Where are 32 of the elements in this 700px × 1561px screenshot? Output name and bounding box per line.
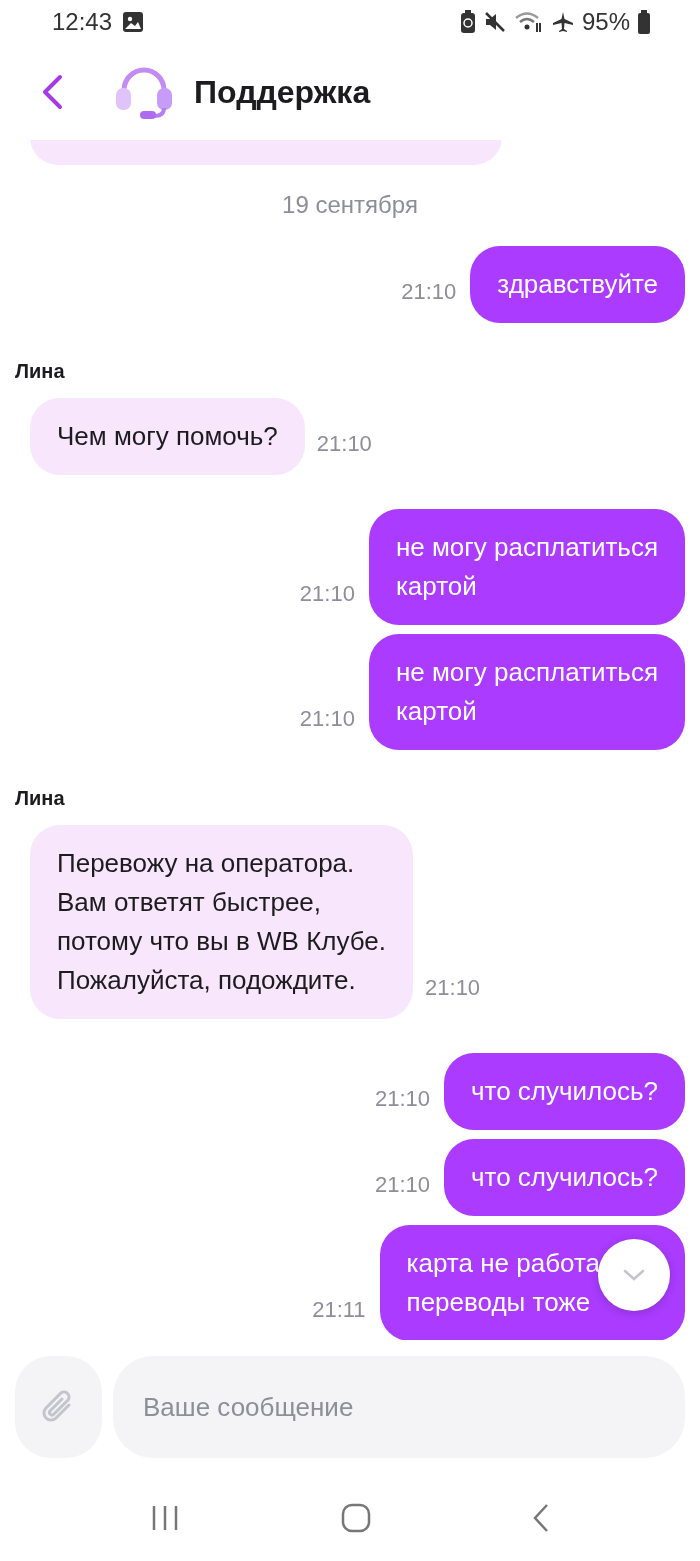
message-text: Чем могу помочь? xyxy=(30,398,305,475)
chevron-down-icon xyxy=(623,1269,645,1281)
sender-name: Лина xyxy=(15,786,66,810)
message-input[interactable]: Ваше сообщение xyxy=(113,1356,685,1458)
message-time: 21:10 xyxy=(299,706,355,733)
airplane-icon xyxy=(551,11,574,33)
status-time: 12:43 xyxy=(52,7,113,37)
message-time: 21:10 xyxy=(425,975,481,1002)
image-icon xyxy=(122,11,145,33)
message-time: 21:10 xyxy=(316,431,372,458)
chat-title: Поддержка xyxy=(194,73,371,112)
date-divider: 19 сентября xyxy=(281,190,419,220)
message-time: 21:10 xyxy=(374,1086,430,1113)
sender-name: Лина xyxy=(15,359,66,383)
message-text: не могу расплатиться картой xyxy=(368,634,685,750)
back-nav-icon[interactable] xyxy=(531,1503,550,1533)
message-text: Перевожу на оператора. Вам ответят быстрее, потому что вы в WB Клубе. Пожалуйста, подождите. xyxy=(30,825,414,1019)
message-time: 21:11 xyxy=(312,1297,366,1324)
battery-percent: 95% xyxy=(581,7,630,37)
battery-saver-icon xyxy=(459,10,476,34)
wifi-icon xyxy=(513,11,544,33)
mute-icon xyxy=(483,11,506,33)
message-text: не могу расплатиться картой xyxy=(368,509,685,625)
message-time: 21:10 xyxy=(299,581,355,608)
message-text: здравствуйте xyxy=(470,246,685,323)
message-time: 21:10 xyxy=(374,1172,430,1199)
message-time: 21:10 xyxy=(401,279,457,306)
message-text: что случилось? xyxy=(444,1053,685,1130)
battery-icon xyxy=(638,10,650,34)
back-icon xyxy=(40,74,64,110)
home-icon[interactable] xyxy=(341,1503,371,1533)
message-text: что случилось? xyxy=(444,1139,685,1216)
